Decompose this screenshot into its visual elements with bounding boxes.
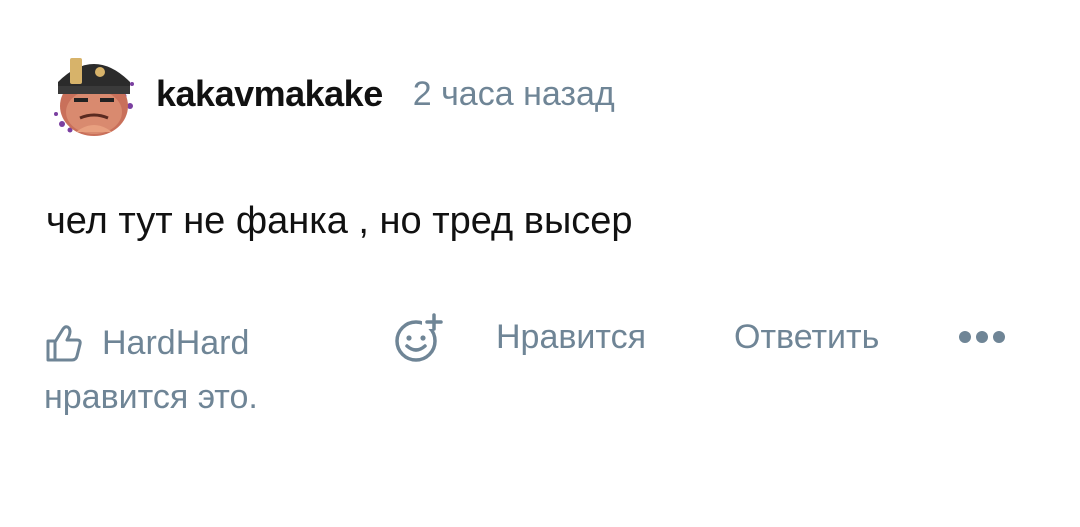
likes-row: HardHard	[44, 316, 364, 370]
add-reaction-icon[interactable]	[392, 313, 444, 365]
likes-suffix: нравится это.	[44, 378, 258, 416]
comment-text: чел тут не фанка , но тред высер	[46, 200, 633, 242]
comment-header: kakavmakake 2 часа назад	[48, 44, 615, 144]
like-button[interactable]: Нравится	[496, 318, 646, 357]
liker-name[interactable]: HardHard	[102, 316, 249, 370]
comment: kakavmakake 2 часа назад чел тут не фанк…	[0, 0, 1080, 527]
thumbs-up-icon	[46, 325, 82, 362]
username[interactable]: kakavmakake	[156, 73, 383, 115]
likes-summary[interactable]: HardHard нравится это.	[44, 316, 364, 424]
comment-actions: Нравится Ответить	[392, 312, 1005, 366]
more-dots-icon[interactable]	[958, 327, 1006, 347]
reply-button[interactable]: Ответить	[734, 318, 879, 357]
avatar[interactable]	[48, 48, 140, 140]
timestamp: 2 часа назад	[412, 74, 615, 113]
